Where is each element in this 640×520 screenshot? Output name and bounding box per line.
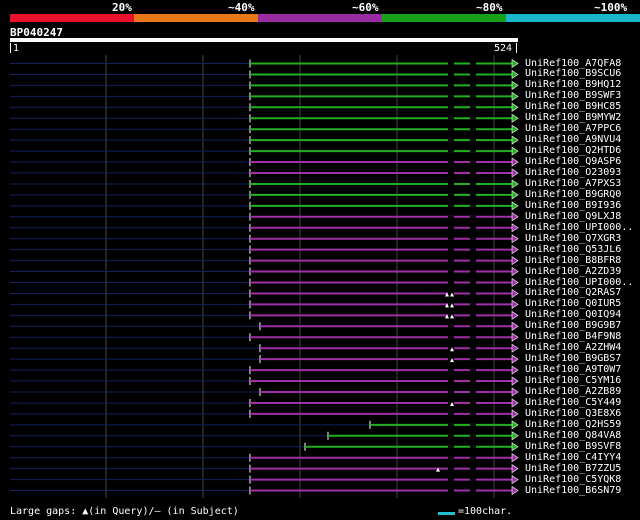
- hit-name-link[interactable]: UniRef100_B6SN79: [525, 485, 621, 496]
- hit-name-link[interactable]: UniRef100_B9SVF8: [525, 441, 621, 452]
- hit-arrow-head: [511, 212, 519, 222]
- hit-name-link[interactable]: UniRef100_O23093: [525, 167, 621, 178]
- hit-name-link[interactable]: UniRef100_A2ZB89: [525, 386, 621, 397]
- hit-name-link[interactable]: UniRef100_B7ZZU5: [525, 463, 621, 474]
- hit-name-link[interactable]: UniRef100_Q3E8X6: [525, 408, 621, 419]
- hit-arrow-head: [511, 190, 519, 200]
- hit-name-link[interactable]: UniRef100_UPI000..: [525, 277, 633, 288]
- scale-swatch: [438, 512, 455, 515]
- hit-arrow-head: [511, 299, 519, 309]
- hit-arrow-head: [511, 310, 519, 320]
- hit-arrow-head: [511, 179, 519, 189]
- hit-arrow-head: [511, 387, 519, 397]
- hit-arrow-head: [511, 343, 519, 353]
- hit-name-link[interactable]: UniRef100_A7PXS3: [525, 178, 621, 189]
- hit-name-link[interactable]: UniRef100_C4IYY4: [525, 452, 621, 463]
- hit-arrow-head: [511, 102, 519, 112]
- hit-name-link[interactable]: UniRef100_C5YM16: [525, 375, 621, 386]
- hit-arrow-head: [511, 453, 519, 463]
- hit-arrow-head: [511, 245, 519, 255]
- hit-name-link[interactable]: UniRef100_Q9LXJ8: [525, 211, 621, 222]
- hit-name-link[interactable]: UniRef100_B9SCU6: [525, 68, 621, 79]
- hit-name-link[interactable]: UniRef100_A9NVU4: [525, 134, 621, 145]
- hit-arrow-head: [511, 475, 519, 485]
- hit-arrow-head: [511, 376, 519, 386]
- hit-arrow-head: [511, 124, 519, 134]
- hit-arrow-head: [511, 464, 519, 474]
- hit-arrow-head: [511, 354, 519, 364]
- hit-arrow-head: [511, 80, 519, 90]
- hit-arrow-head: [511, 113, 519, 123]
- hit-name-link[interactable]: UniRef100_A2ZD39: [525, 266, 621, 277]
- hit-name-link[interactable]: UniRef100_Q2RAS7: [525, 287, 621, 298]
- hit-arrow-head: [511, 146, 519, 156]
- large-gaps-legend: Large gaps: ▲(in Query)/– (in Subject): [10, 506, 239, 517]
- hit-name-link[interactable]: UniRef100_Q0IUR5: [525, 298, 621, 309]
- hit-name-link[interactable]: UniRef100_A7PPC6: [525, 123, 621, 134]
- hit-arrow-head: [511, 332, 519, 342]
- hit-name-link[interactable]: UniRef100_A7QFA8: [525, 58, 621, 69]
- hit-arrow-head: [511, 409, 519, 419]
- hit-name-link[interactable]: UniRef100_Q9ASP6: [525, 156, 621, 167]
- hit-name-link[interactable]: UniRef100_A9T0W7: [525, 364, 621, 375]
- hit-name-link[interactable]: UniRef100_B9I936: [525, 200, 621, 211]
- hit-arrow-head: [511, 256, 519, 266]
- hit-arrow-head: [511, 266, 519, 277]
- hit-arrow-head: [511, 288, 519, 299]
- hit-name-link[interactable]: UniRef100_Q53JL6: [525, 244, 621, 255]
- hit-arrow-head: [511, 69, 519, 80]
- hit-name-link[interactable]: UniRef100_B9GBS7: [525, 353, 621, 364]
- hit-arrow-head: [511, 431, 519, 441]
- hit-name-link[interactable]: UniRef100_B9G9B7: [525, 320, 621, 331]
- hit-name-link[interactable]: UniRef100_C5YQK8: [525, 474, 621, 485]
- hit-arrow-head: [511, 442, 519, 452]
- hit-arrow-head: [511, 277, 519, 288]
- hit-name-link[interactable]: UniRef100_C5Y449: [525, 397, 621, 408]
- hit-name-link[interactable]: UniRef100_UPI000..: [525, 222, 633, 233]
- hit-name-link[interactable]: UniRef100_Q2HS59: [525, 419, 621, 430]
- hit-name-link[interactable]: UniRef100_Q84VA8: [525, 430, 621, 441]
- hit-arrow-head: [511, 157, 519, 167]
- hit-arrow-head: [511, 135, 519, 145]
- hit-arrow-head: [511, 234, 519, 244]
- hit-arrow-head: [511, 321, 519, 331]
- hit-name-link[interactable]: UniRef100_B9HC85: [525, 101, 621, 112]
- hit-name-link[interactable]: UniRef100_B8BFR8: [525, 255, 621, 266]
- hit-arrow-head: [511, 420, 519, 430]
- hit-arrow-head: [511, 223, 519, 233]
- hit-arrow-head: [511, 365, 519, 375]
- hit-arrow-head: [511, 485, 519, 496]
- hit-name-link[interactable]: UniRef100_Q2HTD6: [525, 145, 621, 156]
- hit-name-link[interactable]: UniRef100_B4F9N8: [525, 331, 621, 342]
- hit-name-link[interactable]: UniRef100_B9GRQ0: [525, 189, 621, 200]
- hit-arrow-head: [511, 91, 519, 101]
- hit-arrow-head: [511, 168, 519, 178]
- hit-arrow-head: [511, 58, 519, 69]
- hit-name-link[interactable]: UniRef100_Q0IQ94: [525, 309, 621, 320]
- hit-name-link[interactable]: UniRef100_B9HQ12: [525, 79, 621, 90]
- hit-name-link[interactable]: UniRef100_A2ZHW4: [525, 342, 621, 353]
- hit-arrow-head: [511, 398, 519, 408]
- scale-label: =100char.: [458, 506, 513, 517]
- hit-name-link[interactable]: UniRef100_B9MYW2: [525, 112, 621, 123]
- hit-arrow-head: [511, 201, 519, 211]
- hit-name-link[interactable]: UniRef100_Q7XGR3: [525, 233, 621, 244]
- hit-name-link[interactable]: UniRef100_B9SWF3: [525, 90, 621, 101]
